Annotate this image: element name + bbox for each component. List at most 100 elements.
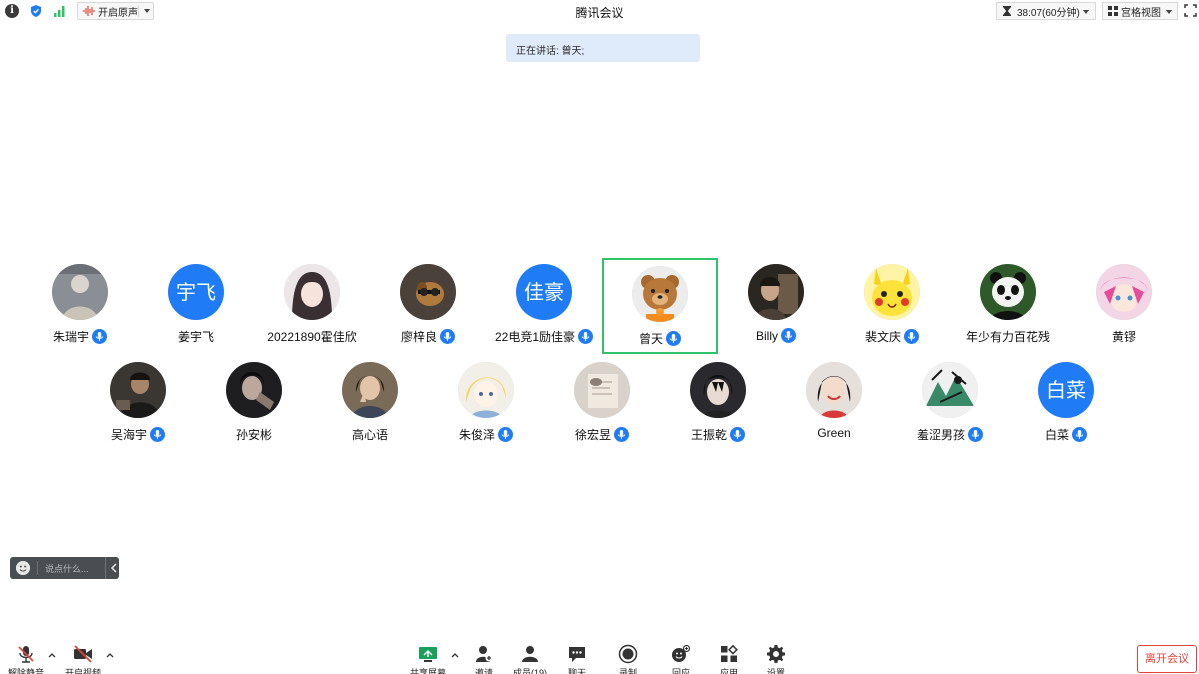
avatar [342,362,398,418]
participant-name: 孙安彬 [235,428,272,442]
chevron-left-icon[interactable] [110,563,118,573]
record-label: 录制 [618,668,637,674]
hourglass-icon [1003,6,1011,16]
avatar: 宇飞 [168,264,224,320]
participant-tile[interactable]: 王振乾 [660,354,776,450]
timer-text: 38:07(60分钟) [1017,7,1080,19]
gear-icon [767,645,785,663]
avatar [458,362,514,418]
chevron-up-icon[interactable] [48,652,56,658]
grid-view-icon [1108,6,1118,16]
avatar: 白菜 [1038,362,1094,418]
participant-name: 王振乾 [690,428,727,442]
participant-name: 年少有力百花残 [965,330,1050,344]
divider [105,557,106,579]
fullscreen-icon[interactable] [1184,4,1197,17]
participant-tile[interactable]: 年少有力百花残 [950,256,1066,352]
apps-label: 应用 [719,668,738,674]
avatar [980,264,1036,320]
participant-name: 20221890霍佳欣 [267,330,357,344]
avatar [284,264,340,320]
participant-tile[interactable]: 孙安彬 [196,354,312,450]
chat-button[interactable]: 聊天 [557,640,597,674]
chevron-up-icon[interactable] [106,652,114,658]
participant-tile[interactable]: 黄镠 [1066,256,1182,352]
participant-tile[interactable]: 吴海宇 [80,354,196,450]
chat-input-bar[interactable]: 说点什么... [10,557,119,579]
participant-tile[interactable]: 佳豪 22电竞1励佳豪 [486,256,602,352]
participant-name: 廖梓良 [400,330,437,344]
avatar [52,264,108,320]
members-label: 成员(19) [512,668,547,674]
participant-name: 曾天 [638,332,663,346]
participant-name: 朱瑞宇 [52,330,89,344]
participant-name: 吴海宇 [110,428,147,442]
participant-tile[interactable]: 朱俊泽 [428,354,544,450]
participant-name: 羞涩男孩 [916,428,965,442]
participant-tile[interactable]: 高心语 [312,354,428,450]
reaction-icon [672,644,691,662]
participant-tile[interactable]: 20221890霍佳欣 [254,256,370,352]
participant-tile-active-speaker[interactable]: 曾天 [602,258,718,354]
participant-name: 白菜 [1044,428,1069,442]
start-video-button[interactable]: 开启视频 [63,640,103,674]
participant-tile[interactable]: 宇飞 姜宇飞 [138,256,254,352]
participant-tile[interactable]: 廖梓良 [370,256,486,352]
leave-meeting-button[interactable]: 离开会议 [1137,645,1197,673]
mic-icon [968,427,983,442]
avatar [110,362,166,418]
mic-icon [578,329,594,344]
chevron-up-icon[interactable] [451,652,459,658]
view-mode-label: 宫格视图 [1121,7,1161,19]
settings-button[interactable]: 设置 [756,640,796,674]
apps-button[interactable]: 应用 [709,640,749,674]
record-icon [618,644,638,664]
share-screen-icon [419,647,437,662]
mic-icon [150,427,165,442]
avatar [574,362,630,418]
react-button[interactable]: 回应 [661,640,701,674]
mic-icon [614,427,629,442]
participant-name: 姜宇飞 [177,330,214,344]
view-mode-select[interactable]: 宫格视图 [1102,2,1178,20]
settings-label: 设置 [766,668,785,674]
mic-icon [92,329,107,344]
mic-muted-icon [18,646,34,663]
avatar [400,264,456,320]
mic-icon [498,427,513,442]
participant-tile[interactable]: 朱瑞宇 [22,256,138,352]
chat-input-placeholder[interactable]: 说点什么... [45,562,89,575]
participant-tile[interactable]: 徐宏昱 [544,354,660,450]
participant-tile[interactable]: Billy [718,256,834,352]
members-button[interactable]: 成员(19) [510,640,550,674]
participant-name: Green [817,426,851,440]
avatar [1096,264,1152,320]
meeting-timer[interactable]: 38:07(60分钟) [996,2,1096,20]
avatar: 佳豪 [516,264,572,320]
caret-down-icon [1083,10,1089,14]
participant-name: 徐宏昱 [574,428,611,442]
share-screen-label: 共享屏幕 [409,668,446,674]
chat-label: 聊天 [567,668,586,674]
avatar [690,362,746,418]
participant-tile[interactable]: 裴文庆 [834,256,950,352]
invite-button[interactable]: 邀请 [464,640,504,674]
avatar [226,362,282,418]
caret-down-icon [1166,10,1172,14]
emoji-icon[interactable] [16,561,30,575]
share-screen-button[interactable]: 共享屏幕 [408,640,448,674]
participant-name: 黄镠 [1111,330,1136,344]
record-button[interactable]: 录制 [608,640,648,674]
speaking-now-banner: 正在讲话: 曾天; [506,34,700,62]
mic-icon [730,427,745,442]
participant-tile[interactable]: 羞涩男孩 [892,354,1008,450]
avatar [864,264,920,320]
participant-tile[interactable]: 白菜 白菜 [1008,354,1124,450]
participant-name: 朱俊泽 [458,428,495,442]
camera-off-icon [74,645,92,663]
participant-tile[interactable]: Green [776,354,892,450]
unmute-button[interactable]: 解除静音 [6,640,46,674]
avatar [748,264,804,320]
invite-label: 邀请 [474,668,493,674]
unmute-label: 解除静音 [7,668,44,674]
